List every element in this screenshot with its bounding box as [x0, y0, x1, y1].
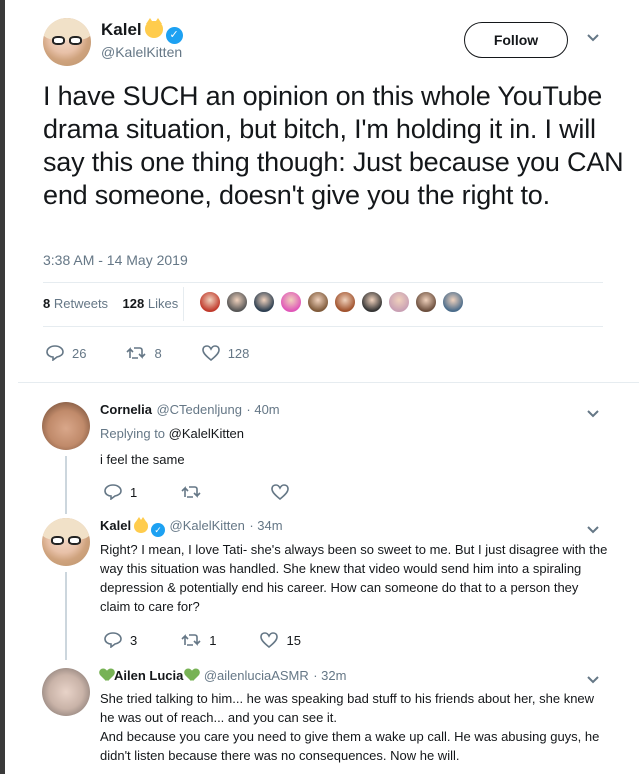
- chevron-down-icon[interactable]: [586, 522, 600, 538]
- reply-text: She tried talking to him... he was speak…: [100, 691, 600, 763]
- liker-avatar[interactable]: [415, 291, 437, 313]
- cat-emoji-icon: [144, 18, 163, 38]
- chevron-down-icon[interactable]: [586, 30, 600, 46]
- liker-avatar[interactable]: [307, 291, 329, 313]
- reply-count: 26: [72, 345, 87, 361]
- liker-avatar[interactable]: [226, 291, 248, 313]
- retweet-button[interactable]: 1: [181, 633, 216, 648]
- author-name-row[interactable]: Kalel ✓: [101, 18, 183, 44]
- liker-avatar[interactable]: [199, 291, 221, 313]
- reply-count: 3: [130, 632, 138, 648]
- reply-author-handle[interactable]: @ailenluciaASMR: [204, 668, 309, 683]
- like-button[interactable]: 128: [201, 345, 250, 361]
- reply-text: Right? I mean, I love Tati- she's always…: [100, 542, 608, 614]
- reply-time[interactable]: · 34m: [249, 518, 282, 533]
- heart-icon: [260, 632, 279, 648]
- retweet-count: 1: [209, 632, 217, 648]
- liker-avatar[interactable]: [442, 291, 464, 313]
- author-name[interactable]: Kalel: [101, 20, 142, 39]
- divider: [43, 326, 603, 327]
- green-heart-icon: [100, 669, 114, 682]
- reply-author-name[interactable]: Kalel: [100, 518, 131, 533]
- reply-header: Cornelia @CTedenljung · 40m: [100, 401, 280, 419]
- like-count: 15: [286, 632, 301, 648]
- like-button[interactable]: 15: [260, 632, 301, 648]
- retweet-icon: [181, 634, 201, 646]
- reply-icon: [104, 632, 122, 648]
- reply-author-handle[interactable]: @CTedenljung: [156, 402, 241, 417]
- liker-avatar[interactable]: [334, 291, 356, 313]
- retweets-stat[interactable]: 8 Retweets: [43, 296, 108, 311]
- follow-button[interactable]: Follow: [464, 22, 568, 58]
- reply-header: Kalel ✓ @KalelKitten · 34m: [100, 517, 283, 537]
- chevron-down-icon[interactable]: [586, 672, 600, 688]
- divider: [18, 382, 639, 383]
- liker-avatars: [199, 291, 469, 313]
- like-button[interactable]: [271, 484, 297, 500]
- retweet-icon: [181, 486, 201, 498]
- retweet-count: 8: [154, 345, 162, 361]
- reply-text: i feel the same: [100, 452, 185, 467]
- liker-avatar[interactable]: [361, 291, 383, 313]
- like-count: 128: [227, 345, 250, 361]
- reply-icon: [46, 345, 64, 361]
- thread-line: [65, 572, 67, 660]
- reply-icon: [104, 484, 122, 500]
- reply-count: 1: [130, 484, 138, 500]
- reply-actions: 3 1 15: [104, 632, 341, 648]
- retweet-icon: [126, 347, 147, 359]
- reply-author-name[interactable]: Cornelia: [100, 402, 152, 417]
- retweet-button[interactable]: [181, 485, 209, 499]
- heart-icon: [201, 345, 220, 361]
- avatar[interactable]: [42, 668, 90, 716]
- reply-header: Ailen Lucia @ailenluciaASMR · 32m: [100, 667, 346, 685]
- verified-badge-icon: ✓: [165, 27, 183, 44]
- author-handle[interactable]: @KalelKitten: [101, 44, 182, 60]
- tweet-stats: 8 Retweets 128 Likes: [43, 296, 178, 311]
- heart-icon: [271, 484, 290, 500]
- thread-line: [65, 456, 67, 514]
- tweet-timestamp[interactable]: 3:38 AM - 14 May 2019: [43, 252, 188, 268]
- likes-stat[interactable]: 128 Likes: [123, 296, 179, 311]
- stats-separator: [183, 287, 184, 321]
- reply-actions: 1: [104, 484, 337, 500]
- chevron-down-icon[interactable]: [586, 406, 600, 422]
- green-heart-icon: [185, 669, 199, 682]
- reply-button[interactable]: 26: [46, 345, 86, 361]
- retweet-button[interactable]: 8: [126, 345, 162, 361]
- reply-time[interactable]: · 32m: [313, 668, 346, 683]
- liker-avatar[interactable]: [280, 291, 302, 313]
- reply-button[interactable]: 1: [104, 484, 137, 500]
- avatar[interactable]: [43, 18, 91, 66]
- cat-emoji-icon: [134, 517, 149, 533]
- reply-time[interactable]: · 40m: [246, 402, 279, 417]
- liker-avatar[interactable]: [253, 291, 275, 313]
- replying-to-handle[interactable]: @KalelKitten: [169, 426, 244, 441]
- reply-author-handle[interactable]: @KalelKitten: [170, 518, 245, 533]
- divider: [43, 282, 603, 283]
- window-edge: [0, 0, 5, 774]
- avatar[interactable]: [42, 402, 90, 450]
- reply-button[interactable]: 3: [104, 632, 137, 648]
- replying-to: Replying to @KalelKitten: [100, 426, 245, 441]
- reply-author-name[interactable]: Ailen Lucia: [114, 668, 183, 683]
- avatar[interactable]: [42, 518, 90, 566]
- tweet-text: I have SUCH an opinion on this whole You…: [43, 81, 624, 210]
- verified-badge-icon: ✓: [151, 523, 166, 537]
- liker-avatar[interactable]: [388, 291, 410, 313]
- tweet-actions: 26 8 128: [46, 345, 289, 361]
